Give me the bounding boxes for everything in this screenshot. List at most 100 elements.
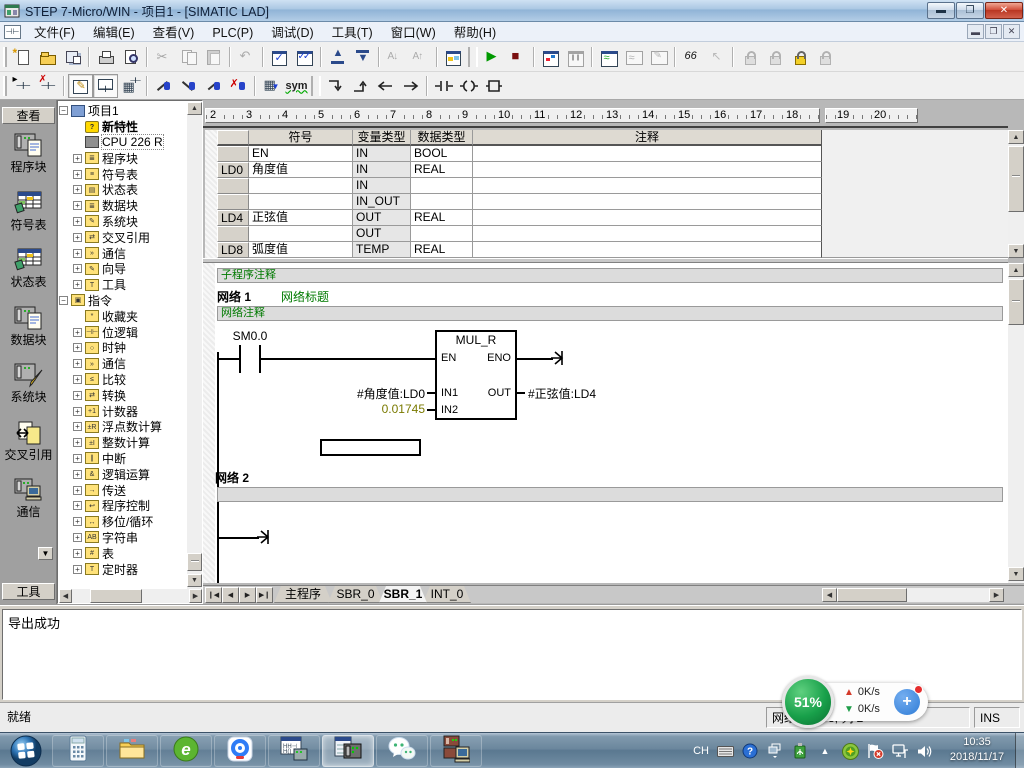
toolbar-lock-button[interactable] bbox=[737, 45, 762, 69]
ladder-vscroll-thumb[interactable] bbox=[1008, 279, 1024, 325]
tree-expand-toggle[interactable]: + bbox=[73, 375, 82, 384]
tree-item-位逻辑[interactable]: +⊣⊢位逻辑 bbox=[59, 324, 187, 340]
ladder-toolbar-box-button[interactable] bbox=[481, 74, 506, 98]
cell-symbol[interactable]: 角度值 bbox=[249, 162, 353, 178]
taskbar-app-wechat[interactable] bbox=[376, 735, 428, 767]
tree-expand-toggle[interactable]: + bbox=[73, 470, 82, 479]
toolbar-download-button[interactable] bbox=[350, 45, 375, 69]
tree-expand-toggle[interactable]: + bbox=[73, 422, 82, 431]
cell-comment[interactable] bbox=[473, 162, 822, 178]
tree-hscroll-thumb[interactable] bbox=[90, 589, 142, 603]
cell-symbol[interactable] bbox=[249, 226, 353, 242]
cell-var_type[interactable]: IN bbox=[353, 178, 411, 194]
tree-item-数据块[interactable]: +≣数据块 bbox=[59, 198, 187, 214]
tree-item-整数计算[interactable]: +±I整数计算 bbox=[59, 435, 187, 451]
tree-expand-toggle[interactable]: + bbox=[73, 549, 82, 558]
toolbar-status-on-button[interactable] bbox=[538, 45, 563, 69]
tree-expand-toggle[interactable]: + bbox=[73, 185, 82, 194]
tab-last-button[interactable]: ▶❙ bbox=[256, 587, 273, 603]
tree-item-浮点数计算[interactable]: +±R浮点数计算 bbox=[59, 419, 187, 435]
nav-tools-header[interactable]: 工具 bbox=[2, 583, 55, 600]
tree-scroll-left[interactable]: ◀ bbox=[59, 589, 72, 603]
tree-expand-toggle[interactable]: + bbox=[73, 233, 82, 242]
tab-first-button[interactable]: ❙◀ bbox=[205, 587, 222, 603]
toolbar-preview-button[interactable] bbox=[118, 45, 143, 69]
tree-expand-toggle[interactable]: + bbox=[73, 359, 82, 368]
toolbar-run-button[interactable] bbox=[480, 45, 505, 69]
menu-7[interactable]: 帮助(H) bbox=[445, 24, 505, 42]
table-scroll-down[interactable]: ▼ bbox=[1008, 244, 1024, 258]
taskbar-app-step7-microwin[interactable] bbox=[322, 735, 374, 767]
tab-next-button[interactable]: ▶ bbox=[239, 587, 256, 603]
column-header-var_type[interactable]: 变量类型 bbox=[353, 130, 411, 146]
toolbar-status-pause-button[interactable] bbox=[563, 45, 588, 69]
tree-vscrollbar[interactable] bbox=[187, 102, 202, 589]
cell-addr[interactable]: LD8 bbox=[217, 242, 249, 258]
menu-5[interactable]: 工具(T) bbox=[323, 24, 382, 42]
nav-item-1[interactable]: 程序块 bbox=[0, 132, 57, 175]
cell-data_type[interactable] bbox=[411, 178, 473, 194]
cell-symbol[interactable]: EN bbox=[249, 146, 353, 162]
menu-6[interactable]: 窗口(W) bbox=[382, 24, 445, 42]
tree-item-移位/循环[interactable]: +↔移位/循环 bbox=[59, 514, 187, 530]
column-header-addr[interactable] bbox=[217, 130, 249, 146]
mdi-minimize-button[interactable]: ▬ bbox=[967, 24, 984, 39]
start-button[interactable] bbox=[6, 734, 46, 768]
close-button[interactable]: ✕ bbox=[985, 2, 1023, 19]
contact-left-bar[interactable] bbox=[239, 345, 241, 373]
network1-label-row[interactable]: 网络 1网络标题 bbox=[217, 288, 329, 305]
cell-comment[interactable] bbox=[473, 242, 822, 258]
cell-comment[interactable] bbox=[473, 194, 822, 210]
tab-SBR_1[interactable]: SBR_1 bbox=[379, 586, 427, 603]
tree-expand-toggle[interactable]: + bbox=[73, 486, 82, 495]
ladder-toolbar-bend-up-button[interactable] bbox=[348, 74, 373, 98]
column-header-comment[interactable]: 注释 bbox=[473, 130, 822, 146]
tree-item-向导[interactable]: +✎向导 bbox=[59, 261, 187, 277]
language-indicator[interactable]: CH bbox=[693, 745, 709, 757]
cell-comment[interactable] bbox=[473, 210, 822, 226]
toolbar-new-button[interactable] bbox=[10, 45, 35, 69]
tree-item-指令[interactable]: −▣指令 bbox=[59, 293, 187, 309]
cell-symbol[interactable] bbox=[249, 194, 353, 210]
toolbar-sort-asc-button[interactable] bbox=[383, 45, 408, 69]
cell-var_type[interactable]: IN bbox=[353, 162, 411, 178]
ladder-scroll-right[interactable]: ▶ bbox=[989, 588, 1004, 602]
nav-item-6[interactable]: 交叉引用 bbox=[0, 420, 57, 463]
tree-item-定时器[interactable]: +T定时器 bbox=[59, 561, 187, 577]
toolbar-options-button[interactable] bbox=[441, 45, 466, 69]
cell-data_type[interactable] bbox=[411, 194, 473, 210]
taskbar-app-file-explorer[interactable] bbox=[106, 735, 158, 767]
toolbar-undo-button[interactable] bbox=[234, 45, 259, 69]
taskbar-app-baidu-netdisk[interactable] bbox=[214, 735, 266, 767]
ladder-toolbar-wire-2-button[interactable] bbox=[176, 74, 201, 98]
memory-percent-ball[interactable]: 51% bbox=[782, 676, 834, 728]
ladder-toolbar-arrow-right-button[interactable] bbox=[398, 74, 423, 98]
subroutine-comment-bar[interactable]: 子程序注释 bbox=[217, 268, 1003, 283]
tree-expand-toggle[interactable]: + bbox=[73, 249, 82, 258]
toolbar-pointer-button[interactable] bbox=[704, 45, 729, 69]
cell-addr[interactable] bbox=[217, 194, 249, 210]
tree-expand-toggle[interactable]: + bbox=[73, 407, 82, 416]
title-bar[interactable]: STEP 7-Micro/WIN - 项目1 - [SIMATIC LAD] ▬… bbox=[0, 0, 1024, 22]
tree-expand-toggle[interactable]: − bbox=[59, 296, 68, 305]
tab-SBR_0[interactable]: SBR_0 bbox=[328, 586, 383, 603]
toolbar-glasses-button[interactable] bbox=[679, 45, 704, 69]
toolbar-lock-button[interactable] bbox=[762, 45, 787, 69]
taskbar-app-plc-comm[interactable] bbox=[430, 735, 482, 767]
ladder-toolbar-net-insert-button[interactable] bbox=[10, 74, 35, 98]
ladder-toolbar-arrow-left-button[interactable] bbox=[373, 74, 398, 98]
cell-comment[interactable] bbox=[473, 226, 822, 242]
tree-scroll-right[interactable]: ▶ bbox=[189, 589, 202, 603]
tab-prev-button[interactable]: ◀ bbox=[222, 587, 239, 603]
mdi-restore-button[interactable]: ❐ bbox=[985, 24, 1002, 39]
tree-item-时钟[interactable]: +○时钟 bbox=[59, 340, 187, 356]
cell-data_type[interactable]: REAL bbox=[411, 242, 473, 258]
tree-item-系统块[interactable]: +✎系统块 bbox=[59, 214, 187, 230]
tree-item-项目1[interactable]: −项目1 bbox=[59, 103, 187, 119]
taskbar-app-browser-360[interactable]: e bbox=[160, 735, 212, 767]
cell-symbol[interactable]: 正弦值 bbox=[249, 210, 353, 226]
tree-item-收藏夹[interactable]: *收藏夹 bbox=[59, 308, 187, 324]
nav-item-5[interactable]: 系统块 bbox=[0, 362, 57, 405]
in2-operand[interactable]: 0.01745 bbox=[303, 402, 425, 416]
usb-device-icon[interactable] bbox=[791, 742, 809, 760]
